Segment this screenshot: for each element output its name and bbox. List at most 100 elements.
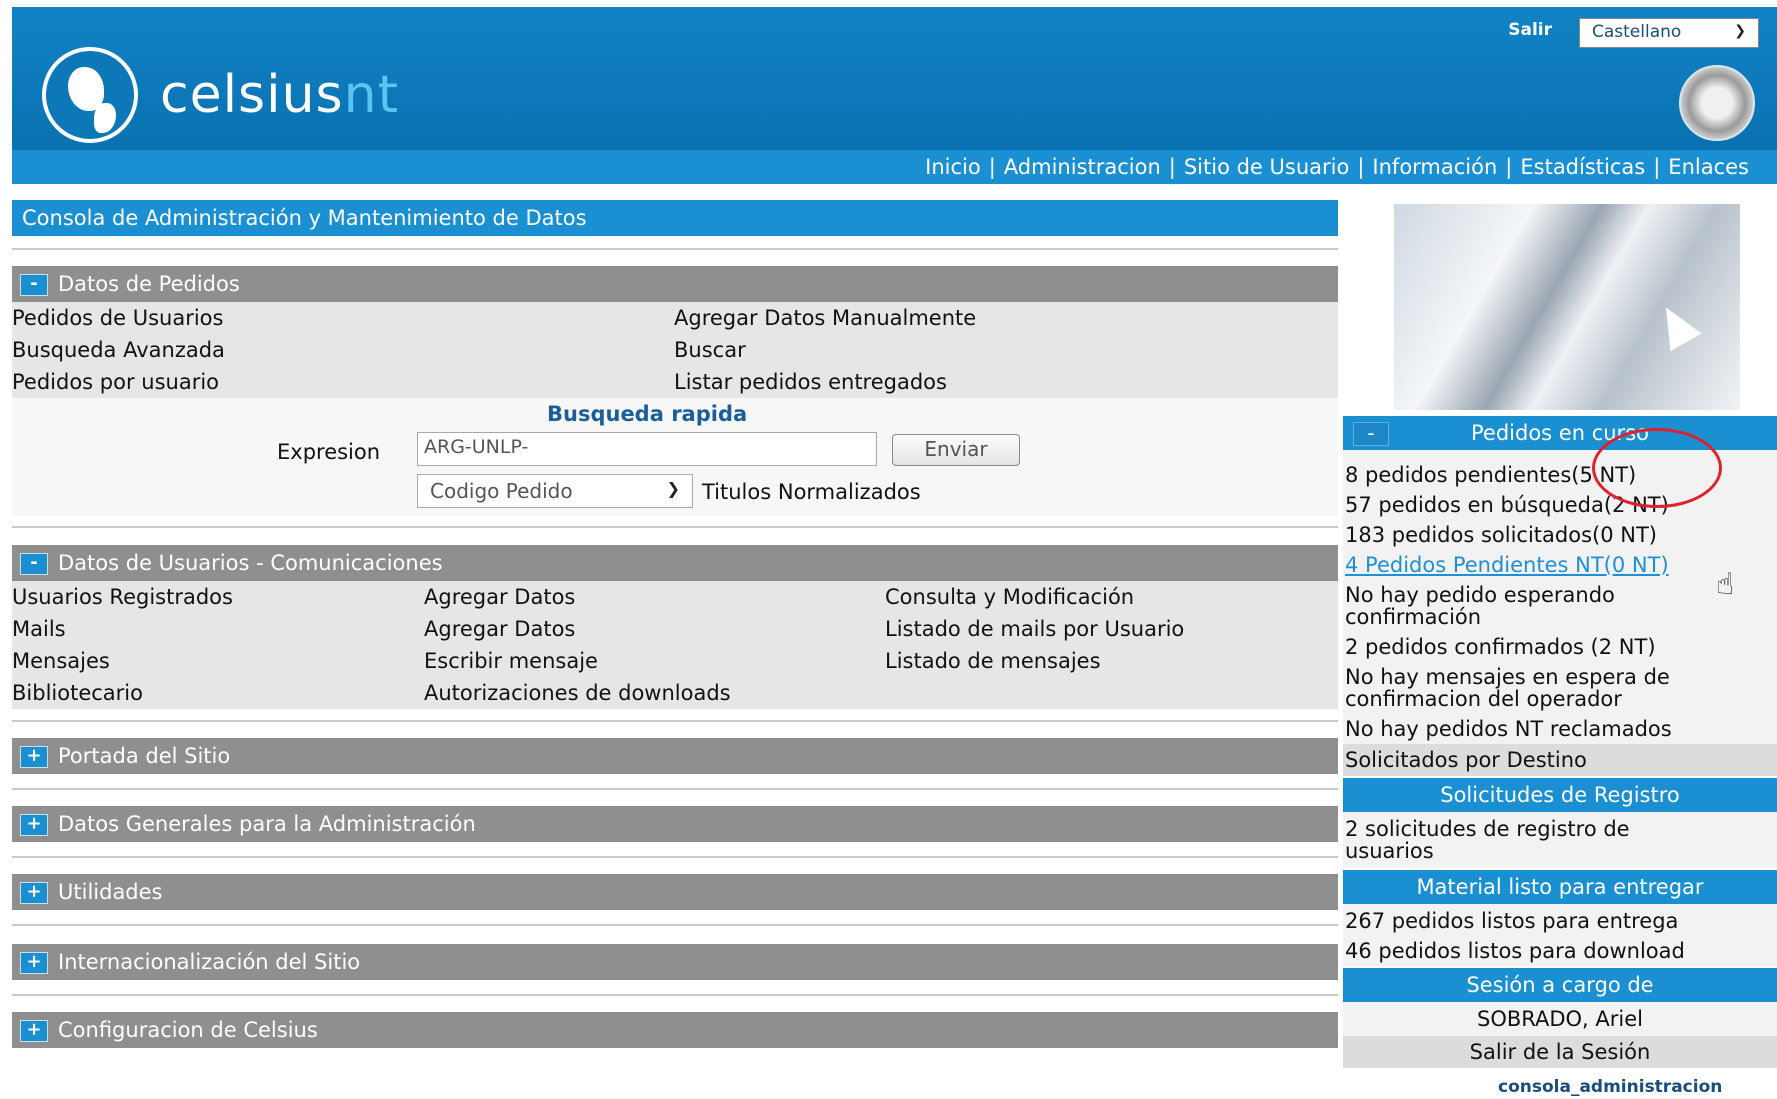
section-header-datos-generales[interactable]: + Datos Generales para la Administración bbox=[12, 806, 1338, 842]
link-escribir-mensaje[interactable]: Escribir mensaje bbox=[424, 649, 598, 673]
section-header-internacionalizacion[interactable]: + Internacionalización del Sitio bbox=[12, 944, 1338, 980]
section-title: Datos de Usuarios - Comunicaciones bbox=[58, 551, 443, 575]
link-buscar[interactable]: Buscar bbox=[674, 338, 746, 362]
language-select[interactable]: Castellano ❯ bbox=[1579, 18, 1759, 48]
link-usuarios-registrados[interactable]: Usuarios Registrados bbox=[12, 585, 233, 609]
status-listos-download[interactable]: 46 pedidos listos para download bbox=[1345, 940, 1685, 962]
university-seal-icon bbox=[1679, 65, 1755, 141]
site-header: celsiusnt Salir Castellano ❯ bbox=[12, 7, 1777, 150]
section-header-utilidades[interactable]: + Utilidades bbox=[12, 874, 1338, 910]
section-title: Portada del Sitio bbox=[58, 744, 231, 768]
expand-icon[interactable]: + bbox=[20, 746, 48, 768]
status-esperando-confirmacion-cont: confirmación bbox=[1345, 605, 1482, 629]
link-autorizaciones-downloads[interactable]: Autorizaciones de downloads bbox=[424, 681, 731, 705]
link-listado-mensajes[interactable]: Listado de mensajes bbox=[885, 649, 1101, 673]
link-consulta-modificacion[interactable]: Consulta y Modificación bbox=[885, 585, 1134, 609]
divider bbox=[12, 856, 1338, 858]
section-title: Utilidades bbox=[58, 880, 163, 904]
enviar-button[interactable]: Enviar bbox=[892, 434, 1020, 466]
globe-icon bbox=[42, 47, 138, 143]
console-title: Consola de Administración y Mantenimient… bbox=[12, 200, 1338, 236]
document-pages-image bbox=[1394, 204, 1740, 410]
nav-enlaces[interactable]: Enlaces bbox=[1668, 155, 1749, 179]
divider bbox=[12, 526, 1338, 528]
section-title: Datos de Pedidos bbox=[58, 272, 240, 296]
status-mensajes-espera-cont: confirmacion del operador bbox=[1345, 687, 1622, 711]
registro-line-1[interactable]: 2 solicitudes de registro de bbox=[1345, 818, 1630, 840]
sidebar-title: Solicitudes de Registro bbox=[1440, 783, 1680, 807]
sesion-header: Sesión a cargo de bbox=[1343, 968, 1777, 1002]
expresion-label: Expresion bbox=[277, 440, 381, 464]
material-listo-header: Material listo para entregar bbox=[1343, 870, 1777, 904]
divider bbox=[12, 788, 1338, 790]
usuarios-links: Usuarios Registrados Mails Mensajes Bibl… bbox=[12, 581, 1338, 709]
logout-row[interactable]: Salir de la Sesión bbox=[1343, 1036, 1777, 1068]
nav-administracion[interactable]: Administracion bbox=[1004, 155, 1161, 179]
section-header-configuracion[interactable]: + Configuracion de Celsius bbox=[12, 1012, 1338, 1048]
status-mensajes-espera: No hay mensajes en espera de bbox=[1345, 665, 1670, 689]
link-listado-mails[interactable]: Listado de mails por Usuario bbox=[885, 617, 1184, 641]
divider bbox=[12, 248, 1338, 250]
pedidos-en-curso-list: 8 pedidos pendientes(5 NT) 57 pedidos en… bbox=[1343, 450, 1777, 744]
link-pendientes-nt[interactable]: 4 Pedidos Pendientes NT(0 NT) bbox=[1345, 554, 1669, 576]
search-field-select[interactable]: Codigo Pedido ❯ bbox=[417, 474, 693, 508]
collapse-icon[interactable]: - bbox=[20, 553, 48, 575]
divider bbox=[12, 720, 1338, 722]
status-confirmados[interactable]: 2 pedidos confirmados (2 NT) bbox=[1345, 636, 1656, 658]
link-agregar-datos-manualmente[interactable]: Agregar Datos Manualmente bbox=[674, 306, 976, 330]
solicitudes-registro-header: Solicitudes de Registro bbox=[1343, 778, 1777, 812]
section-title: Configuracion de Celsius bbox=[58, 1018, 318, 1042]
status-esperando-confirmacion: No hay pedido esperando bbox=[1345, 583, 1615, 607]
nav-inicio[interactable]: Inicio bbox=[925, 155, 981, 179]
expand-icon[interactable]: + bbox=[20, 952, 48, 974]
expand-icon[interactable]: + bbox=[20, 1020, 48, 1042]
nav-estadisticas[interactable]: Estadísticas bbox=[1520, 155, 1645, 179]
link-listar-entregados[interactable]: Listar pedidos entregados bbox=[674, 370, 947, 394]
registro-line-2[interactable]: usuarios bbox=[1345, 840, 1434, 862]
highlight-circle bbox=[1592, 428, 1722, 508]
hand-pointer-icon: ☝ bbox=[1716, 567, 1735, 602]
link-agregar-datos-usuarios[interactable]: Agregar Datos bbox=[424, 585, 575, 609]
link-solicitados-destino[interactable]: Solicitados por Destino bbox=[1345, 749, 1587, 771]
expand-icon[interactable]: + bbox=[20, 882, 48, 904]
section-header-portada[interactable]: + Portada del Sitio bbox=[12, 738, 1338, 774]
link-agregar-datos-mails[interactable]: Agregar Datos bbox=[424, 617, 575, 641]
chevron-down-icon: ❯ bbox=[1734, 23, 1746, 39]
status-listos-entrega[interactable]: 267 pedidos listos para entrega bbox=[1345, 910, 1678, 932]
section-title: Internacionalización del Sitio bbox=[58, 950, 361, 974]
nav-sitio-usuario[interactable]: Sitio de Usuario bbox=[1184, 155, 1350, 179]
logo-text: celsiusnt bbox=[160, 65, 399, 125]
link-pedidos-usuarios[interactable]: Pedidos de Usuarios bbox=[12, 306, 223, 330]
sidebar-title: Material listo para entregar bbox=[1416, 875, 1704, 899]
link-mensajes[interactable]: Mensajes bbox=[12, 649, 110, 673]
solicitados-destino-row[interactable]: Solicitados por Destino bbox=[1343, 744, 1777, 776]
sesion-user-row: SOBRADO, Ariel bbox=[1343, 1002, 1777, 1036]
salir-sesion-link[interactable]: Salir de la Sesión bbox=[1343, 1041, 1777, 1063]
link-bibliotecario[interactable]: Bibliotecario bbox=[12, 681, 143, 705]
quick-search-title: Busqueda rapida bbox=[547, 402, 748, 426]
footer-page-id: consola_administracion bbox=[1498, 1077, 1723, 1097]
divider bbox=[12, 924, 1338, 926]
collapse-icon[interactable]: - bbox=[1353, 422, 1389, 446]
status-nt-reclamados: No hay pedidos NT reclamados bbox=[1345, 717, 1672, 741]
expand-icon[interactable]: + bbox=[20, 814, 48, 836]
section-header-pedidos[interactable]: - Datos de Pedidos bbox=[12, 266, 1338, 302]
celsius-logo[interactable]: celsiusnt bbox=[42, 47, 399, 143]
titulos-normalizados-label[interactable]: Titulos Normalizados bbox=[702, 480, 921, 504]
status-solicitados[interactable]: 183 pedidos solicitados(0 NT) bbox=[1345, 524, 1657, 546]
expresion-input[interactable]: ARG-UNLP- bbox=[417, 432, 877, 466]
solicitudes-registro-body: 2 solicitudes de registro de usuarios bbox=[1343, 812, 1777, 868]
pedidos-en-curso-header: - Pedidos en curso bbox=[1343, 416, 1777, 450]
link-busqueda-avanzada[interactable]: Busqueda Avanzada bbox=[12, 338, 225, 362]
collapse-icon[interactable]: - bbox=[20, 274, 48, 296]
section-header-usuarios[interactable]: - Datos de Usuarios - Comunicaciones bbox=[12, 545, 1338, 581]
link-mails[interactable]: Mails bbox=[12, 617, 66, 641]
salir-link[interactable]: Salir bbox=[1508, 20, 1552, 40]
language-value: Castellano bbox=[1592, 22, 1682, 42]
sidebar-title: Sesión a cargo de bbox=[1466, 973, 1654, 997]
search-field-value: Codigo Pedido bbox=[430, 479, 573, 503]
divider bbox=[12, 994, 1338, 996]
nav-informacion[interactable]: Información bbox=[1372, 155, 1497, 179]
main-nav: Inicio | Administracion | Sitio de Usuario | I… bbox=[12, 150, 1777, 184]
link-pedidos-por-usuario[interactable]: Pedidos por usuario bbox=[12, 370, 219, 394]
